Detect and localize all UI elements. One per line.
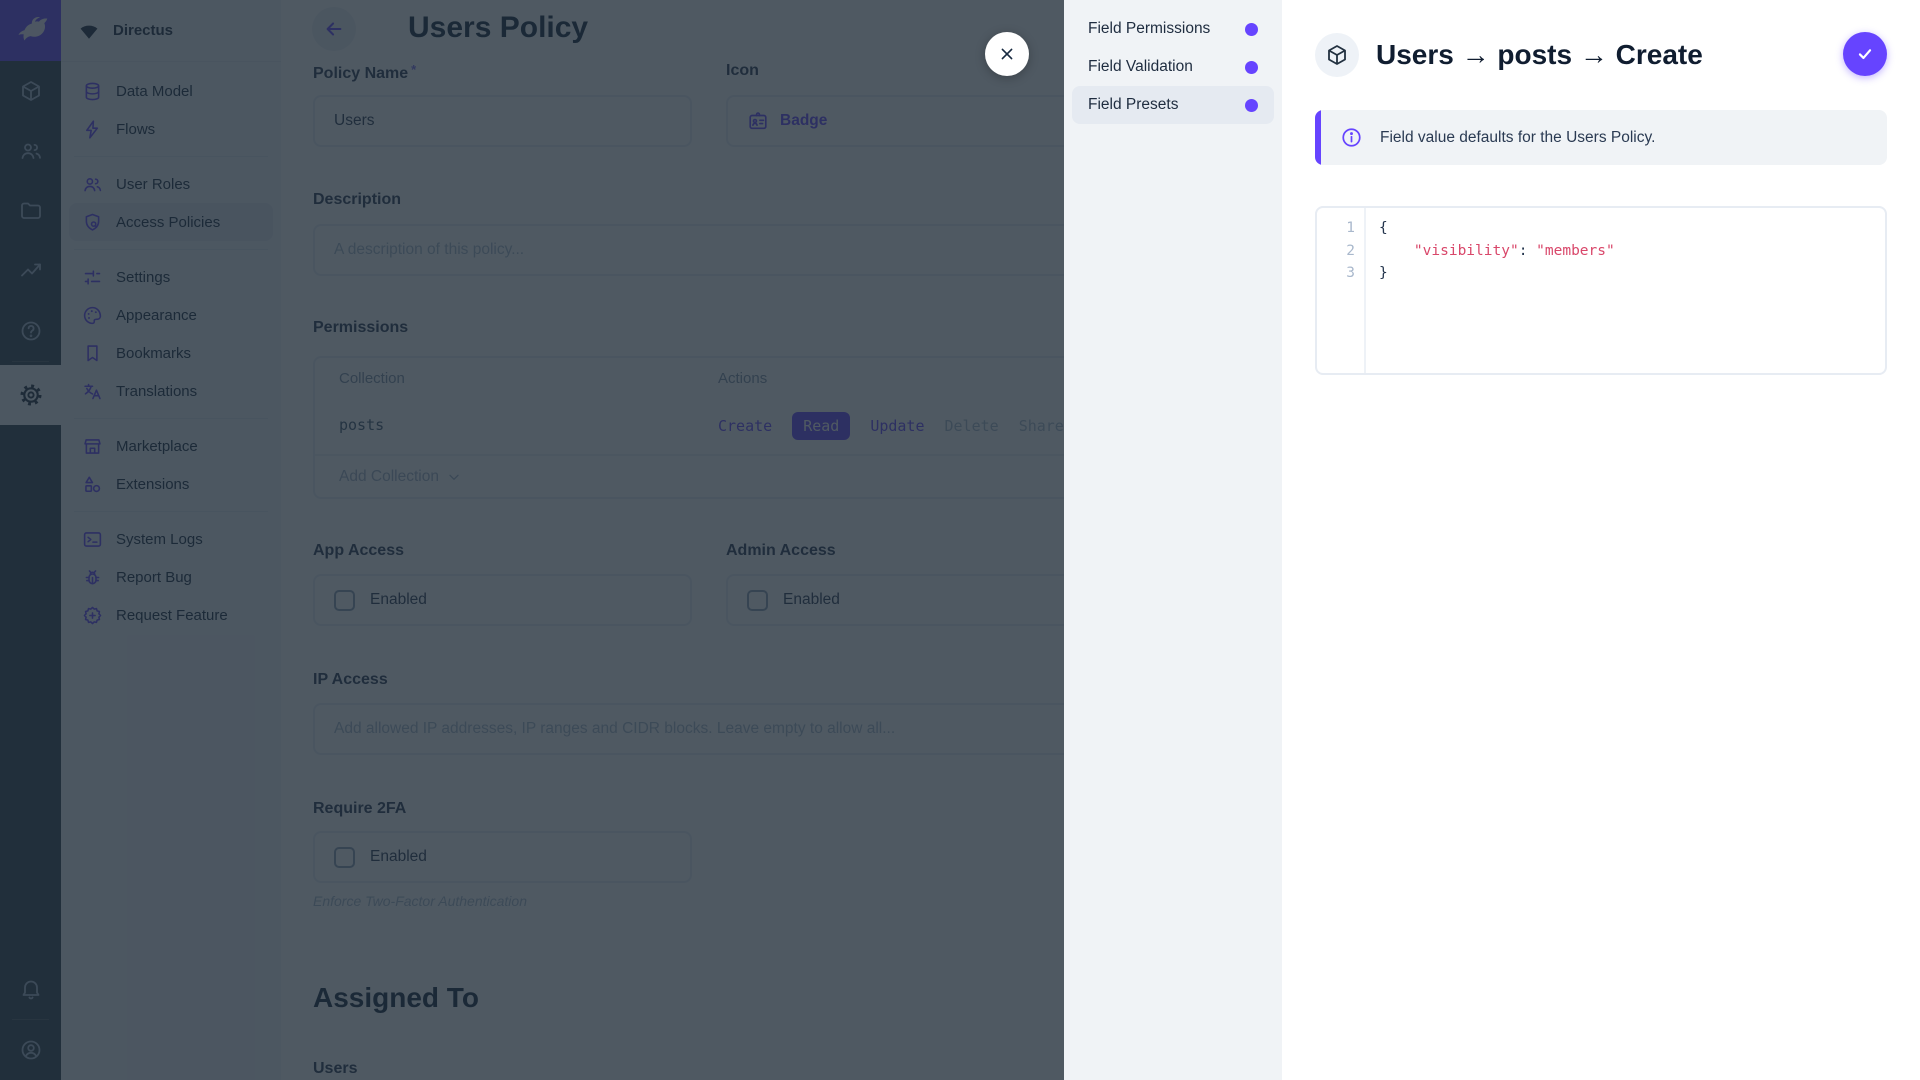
- status-dot: [1245, 23, 1258, 36]
- notice-accent-bar: [1315, 110, 1321, 165]
- line-number: 2: [1317, 240, 1364, 263]
- status-dot: [1245, 99, 1258, 112]
- tab-label: Field Permissions: [1088, 20, 1210, 38]
- app-window: Directus Data Model: [0, 0, 1920, 1080]
- drawer-main: Users → posts → Create Field value defau…: [1282, 0, 1920, 1080]
- drawer-close-button[interactable]: [985, 32, 1029, 76]
- status-dot: [1245, 61, 1258, 74]
- line-number-gutter: 1 2 3: [1317, 208, 1366, 373]
- tab-label: Field Validation: [1088, 58, 1193, 76]
- drawer-header-icon-circle: [1315, 33, 1359, 77]
- info-icon: [1315, 126, 1363, 149]
- line-number: 1: [1317, 217, 1364, 240]
- presets-code-editor[interactable]: 1 2 3 { "visibility": "members" }: [1315, 206, 1887, 375]
- tab-field-validation[interactable]: Field Validation: [1072, 48, 1274, 86]
- tab-label: Field Presets: [1088, 96, 1178, 114]
- cube-icon: [1325, 43, 1349, 67]
- close-icon: [997, 44, 1017, 64]
- tab-field-permissions[interactable]: Field Permissions: [1072, 10, 1274, 48]
- drawer-tabs: Field Permissions Field Validation Field…: [1064, 0, 1282, 124]
- save-button[interactable]: [1843, 32, 1887, 76]
- notice-text: Field value defaults for the Users Polic…: [1380, 129, 1655, 147]
- code-content: { "visibility": "members" }: [1366, 208, 1615, 373]
- check-icon: [1854, 43, 1876, 65]
- drawer-title: Users → posts → Create: [1376, 39, 1703, 71]
- info-notice: Field value defaults for the Users Polic…: [1315, 110, 1887, 165]
- code-line: {: [1379, 217, 1615, 240]
- tab-field-presets[interactable]: Field Presets: [1072, 86, 1274, 124]
- line-number: 3: [1317, 262, 1364, 285]
- drawer-sidebar: Field Permissions Field Validation Field…: [1064, 0, 1282, 1080]
- code-line: "visibility": "members": [1379, 240, 1615, 263]
- code-line: }: [1379, 262, 1615, 285]
